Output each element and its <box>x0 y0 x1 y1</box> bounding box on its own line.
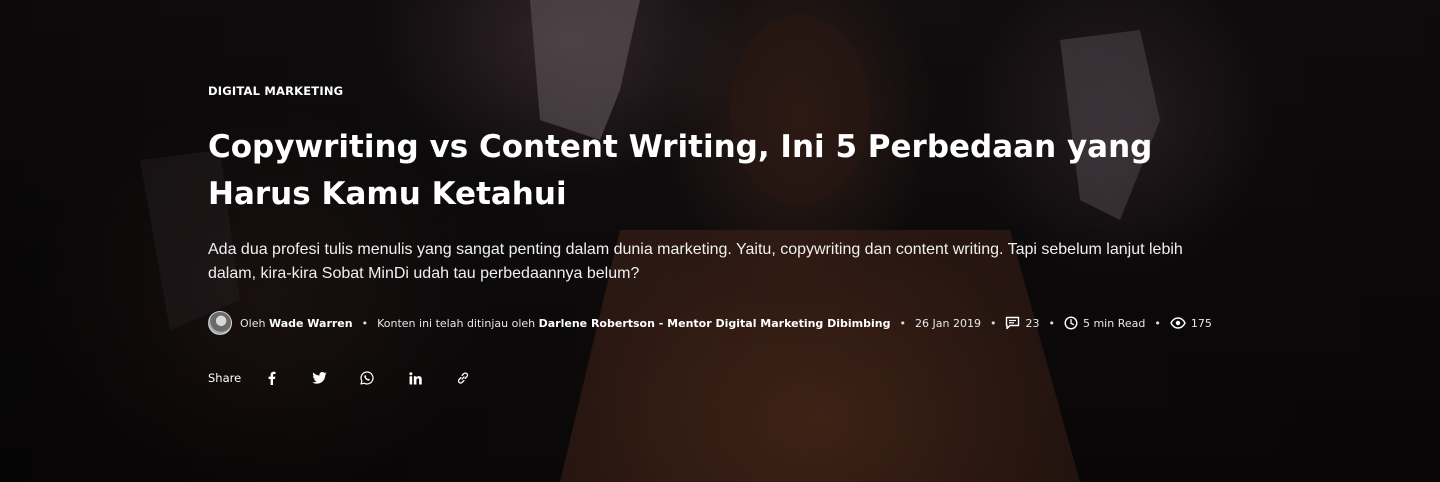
share-twitter-button[interactable] <box>307 366 331 390</box>
share-whatsapp-button[interactable] <box>355 366 379 390</box>
comments-count-label: 23 <box>1025 316 1040 330</box>
article-excerpt: Ada dua profesi tulis menulis yang sanga… <box>208 241 1183 282</box>
meta-separator: • <box>361 316 369 330</box>
copy-link-button[interactable] <box>451 366 475 390</box>
article-meta: Oleh Wade Warren • Konten ini telah diti… <box>208 311 1238 335</box>
meta-separator: • <box>1048 316 1055 330</box>
views-count-label: 175 <box>1190 316 1212 330</box>
read-time: 5 min Read <box>1064 316 1145 330</box>
category-link[interactable]: DIGITAL MARKETING <box>208 84 343 98</box>
twitter-icon <box>311 372 327 384</box>
meta-separator: • <box>1154 316 1161 330</box>
eye-icon <box>1170 317 1186 329</box>
author-link[interactable]: Wade Warren <box>269 317 353 330</box>
meta-separator: • <box>899 316 907 330</box>
clock-icon <box>1064 316 1078 330</box>
share-facebook-button[interactable] <box>259 366 283 390</box>
linkedin-icon <box>409 371 422 384</box>
share-label: Share <box>208 371 242 385</box>
whatsapp-icon <box>360 371 374 385</box>
author-avatar[interactable] <box>208 311 232 335</box>
share-bar: Share <box>208 366 1238 390</box>
reviewed-prefix: Konten ini telah ditinjau oleh <box>377 316 536 330</box>
facebook-icon <box>268 371 276 385</box>
reviewer-link[interactable]: Darlene Robertson - Mentor Digital Marke… <box>539 317 891 330</box>
comment-icon <box>1006 316 1020 330</box>
meta-separator: • <box>989 316 997 330</box>
read-time-label: 5 min Read <box>1082 316 1146 330</box>
share-linkedin-button[interactable] <box>403 366 427 390</box>
article-hero: DIGITAL MARKETING Copywriting vs Content… <box>0 0 1440 482</box>
link-icon <box>458 372 469 384</box>
article-header: DIGITAL MARKETING Copywriting vs Content… <box>208 82 1238 390</box>
by-prefix: Oleh <box>240 316 266 330</box>
views-count: 175 <box>1170 317 1212 330</box>
comments-count[interactable]: 23 <box>1005 316 1039 330</box>
article-title: Copywriting vs Content Writing, Ini 5 Pe… <box>208 129 1153 212</box>
publish-date: 26 Jan 2019 <box>915 316 981 330</box>
